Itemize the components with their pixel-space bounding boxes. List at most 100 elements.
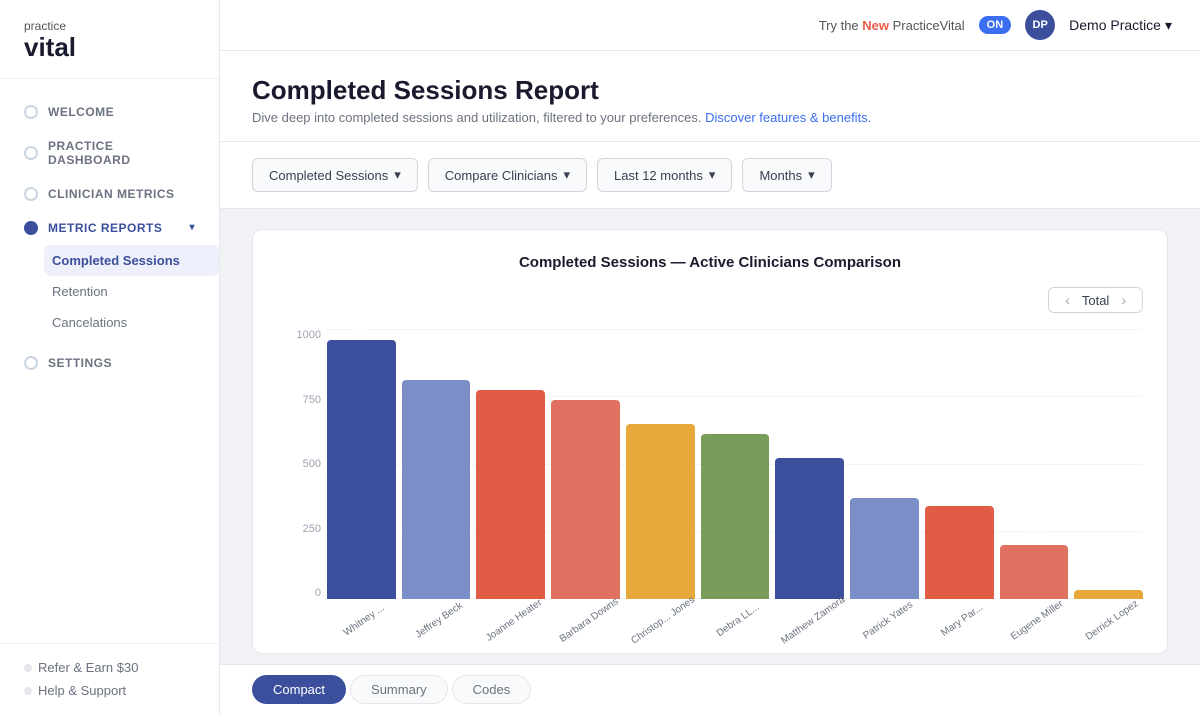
bar-value-label: 841	[427, 362, 445, 374]
y-axis-label: 500	[277, 458, 321, 470]
y-axis: 02505007501000	[277, 329, 321, 629]
bar-group[interactable]: 764Barbara Downs	[551, 339, 620, 599]
tab-compact[interactable]: Compact	[252, 675, 346, 704]
page-subtitle: Dive deep into completed sessions and ut…	[252, 110, 1168, 125]
bar-x-label: Joanne Heater	[484, 597, 544, 644]
sidebar-item-welcome[interactable]: WELCOME	[0, 95, 219, 129]
bar-x-label: Patrick Yates	[861, 599, 915, 641]
main-content: Try the New PracticeVital ON DP Demo Pra…	[220, 0, 1200, 714]
nav-circle-settings	[24, 356, 38, 370]
help-support-link[interactable]: Help & Support	[24, 683, 195, 698]
bar-x-label: Jeffrey Beck	[414, 600, 465, 640]
refer-earn-link[interactable]: Refer & Earn $30	[24, 660, 195, 675]
bar-x-label: Debra LL...	[715, 602, 762, 639]
chart-nav-pill: ‹ Total ›	[1048, 287, 1143, 313]
bar-group[interactable]: 802Joanne Heater	[476, 339, 545, 599]
bar: 542	[775, 458, 844, 599]
next-arrow-icon[interactable]: ›	[1117, 292, 1130, 308]
page-header: Completed Sessions Report Dive deep into…	[220, 51, 1200, 142]
bar: 841	[402, 380, 471, 599]
bar-value-label: 388	[875, 480, 893, 492]
help-dot-icon	[24, 687, 32, 695]
bar-value-label: 672	[651, 406, 669, 418]
chevron-down-icon: ▾	[709, 167, 716, 183]
tab-codes[interactable]: Codes	[452, 675, 532, 704]
nav-circle-welcome	[24, 105, 38, 119]
chart-nav: ‹ Total ›	[277, 287, 1143, 313]
bar-group[interactable]: 207Eugene Miller	[1000, 339, 1069, 599]
sidebar-item-dashboard-label: PRACTICE DASHBOARD	[48, 139, 195, 167]
bar: 358	[925, 506, 994, 599]
bar-group[interactable]: 33Derrick Lopez	[1074, 339, 1143, 599]
bar: 636	[701, 434, 770, 599]
sidebar-item-welcome-label: WELCOME	[48, 105, 114, 119]
avatar: DP	[1025, 10, 1055, 40]
chart-card: Completed Sessions — Active Clinicians C…	[252, 229, 1168, 654]
bar: 764	[551, 400, 620, 599]
bar-value-label: 358	[950, 488, 968, 500]
bar-group[interactable]: 542Matthew Zamora	[775, 339, 844, 599]
bar-group[interactable]: 841Jeffrey Beck	[402, 339, 471, 599]
bar-x-label: Whitney ...	[342, 602, 387, 638]
bar-x-label: Christop... Jones	[630, 594, 698, 646]
bar: 802	[476, 390, 545, 599]
org-name[interactable]: Demo Practice ▾	[1069, 17, 1172, 34]
sidebar-footer: Refer & Earn $30 Help & Support	[0, 643, 219, 714]
chevron-down-icon: ▾	[563, 167, 570, 183]
nav-circle-dashboard	[24, 146, 38, 160]
new-badge-text: Try the New PracticeVital	[819, 18, 965, 33]
y-axis-label: 0	[277, 587, 321, 599]
bar-group[interactable]: 672Christop... Jones	[626, 339, 695, 599]
chart-title: Completed Sessions — Active Clinicians C…	[277, 254, 1143, 271]
bars-container: 997Whitney ...841Jeffrey Beck802Joanne H…	[327, 329, 1143, 629]
sidebar: practice vital WELCOME PRACTICE DASHBOAR…	[0, 0, 220, 714]
sidebar-item-settings-label: SETTINGS	[48, 356, 112, 370]
bar-x-label: Barbara Downs	[557, 596, 620, 645]
bar-value-label: 997	[352, 322, 370, 334]
sidebar-item-clinician-label: CLINICIAN METRICS	[48, 187, 175, 201]
new-highlight: New	[862, 18, 889, 33]
logo-area: practice vital	[0, 0, 219, 79]
chevron-down-icon: ▾	[189, 222, 195, 233]
y-axis-label: 750	[277, 394, 321, 406]
filter-period[interactable]: Last 12 months ▾	[597, 158, 732, 192]
sidebar-item-retention[interactable]: Retention	[52, 276, 219, 307]
bar-value-label: 802	[502, 372, 520, 384]
bar-x-label: Mary Par...	[939, 602, 985, 639]
help-support-label: Help & Support	[38, 683, 126, 698]
filter-metric[interactable]: Completed Sessions ▾	[252, 158, 418, 192]
y-axis-label: 1000	[277, 329, 321, 341]
sidebar-item-metric-reports[interactable]: METRIC REPORTS ▾	[0, 211, 219, 245]
sidebar-item-settings[interactable]: SETTINGS	[0, 346, 219, 380]
sidebar-item-completed-sessions[interactable]: Completed Sessions	[44, 245, 219, 276]
chart-wrapper: Completed Sessions — Active Clinicians C…	[220, 209, 1200, 664]
bar-group[interactable]: 636Debra LL...	[701, 339, 770, 599]
bar-value-label: 636	[726, 416, 744, 428]
sidebar-item-cancelations[interactable]: Cancelations	[52, 307, 219, 338]
nav-circle-metric	[24, 221, 38, 235]
logo-vital: vital	[24, 33, 195, 62]
sidebar-item-metric-label: METRIC REPORTS	[48, 221, 162, 235]
bar-value-label: 764	[576, 382, 594, 394]
refer-earn-label: Refer & Earn $30	[38, 660, 138, 675]
sidebar-item-clinician-metrics[interactable]: CLINICIAN METRICS	[0, 177, 219, 211]
bar: 207	[1000, 545, 1069, 599]
filter-granularity[interactable]: Months ▾	[742, 158, 831, 192]
tab-summary[interactable]: Summary	[350, 675, 448, 704]
sidebar-item-practice-dashboard[interactable]: PRACTICE DASHBOARD	[0, 129, 219, 177]
prev-arrow-icon[interactable]: ‹	[1061, 292, 1074, 308]
toggle-pill[interactable]: ON	[979, 16, 1012, 34]
bar-value-label: 207	[1025, 527, 1043, 539]
discover-link[interactable]: Discover features & benefits.	[705, 110, 871, 125]
bar-x-label: Derrick Lopez	[1083, 598, 1140, 642]
main-nav: WELCOME PRACTICE DASHBOARD CLINICIAN MET…	[0, 79, 219, 643]
chevron-down-icon: ▾	[808, 167, 815, 183]
chevron-down-icon: ▾	[394, 167, 401, 183]
bar-x-label: Matthew Zamora	[779, 594, 847, 646]
topbar: Try the New PracticeVital ON DP Demo Pra…	[220, 0, 1200, 51]
filter-compare[interactable]: Compare Clinicians ▾	[428, 158, 587, 192]
bar-group[interactable]: 358Mary Par...	[925, 339, 994, 599]
bar-group[interactable]: 388Patrick Yates	[850, 339, 919, 599]
nav-circle-clinician	[24, 187, 38, 201]
bar-group[interactable]: 997Whitney ...	[327, 339, 396, 599]
